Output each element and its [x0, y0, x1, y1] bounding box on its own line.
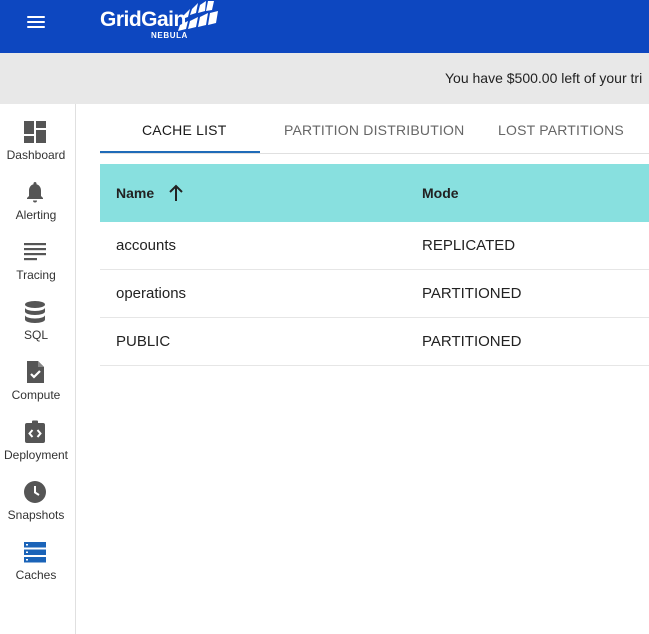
hamburger-menu-icon[interactable]	[26, 13, 48, 35]
sidebar-item-label: Compute	[11, 388, 61, 402]
tab-partition-distribution[interactable]: PARTITION DISTRIBUTION	[284, 122, 464, 138]
cell-name: PUBLIC	[116, 333, 171, 350]
trial-banner: You have $500.00 left of your tri	[0, 53, 649, 104]
table-row[interactable]: operations PARTITIONED	[100, 270, 649, 318]
sidebar-item-tracing[interactable]: Tracing	[0, 240, 72, 296]
clock-icon	[24, 481, 46, 503]
caches-icon	[24, 542, 46, 563]
cache-table: Name Mode accounts REPLICATED operations…	[100, 164, 649, 366]
side-navigation: Dashboard Alerting Tracing SQL Compute D…	[0, 104, 76, 634]
table-header: Name Mode	[100, 164, 649, 222]
sidebar-item-label: Alerting	[15, 208, 57, 222]
sort-ascending-icon[interactable]	[168, 184, 184, 202]
logo-text: GridGain	[100, 8, 186, 31]
sidebar-item-label: Caches	[15, 568, 57, 582]
sidebar-item-dashboard[interactable]: Dashboard	[0, 120, 72, 176]
sidebar-item-sql[interactable]: SQL	[0, 300, 72, 356]
gridgain-logo[interactable]: GridGain NEBULA	[100, 1, 230, 44]
sidebar-item-label: Tracing	[16, 268, 56, 282]
compute-icon	[27, 361, 44, 383]
sidebar-item-deployment[interactable]: Deployment	[0, 420, 72, 476]
sidebar-item-label: SQL	[23, 328, 48, 342]
cell-mode: PARTITIONED	[422, 285, 522, 302]
sidebar-item-label: Snapshots	[7, 508, 65, 522]
table-row[interactable]: accounts REPLICATED	[100, 222, 649, 270]
tab-cache-list[interactable]: CACHE LIST	[142, 122, 226, 138]
sidebar-item-label: Deployment	[3, 448, 69, 462]
logo-mark-icon	[178, 1, 218, 31]
sidebar-item-compute[interactable]: Compute	[0, 360, 72, 416]
cell-name: accounts	[116, 237, 177, 254]
trial-banner-text: You have $500.00 left of your tri	[445, 70, 643, 86]
cell-mode: REPLICATED	[422, 237, 516, 254]
bell-icon	[27, 182, 43, 203]
sidebar-item-alerting[interactable]: Alerting	[0, 180, 72, 236]
cache-tabs: CACHE LIST PARTITION DISTRIBUTION LOST P…	[100, 104, 649, 154]
tracing-icon	[24, 243, 46, 261]
tab-lost-partitions[interactable]: LOST PARTITIONS	[498, 122, 624, 138]
column-header-name[interactable]: Name	[116, 185, 154, 201]
dashboard-icon	[24, 121, 46, 143]
top-app-bar: GridGain NEBULA	[0, 0, 649, 53]
sidebar-item-caches[interactable]: Caches	[0, 540, 72, 596]
deployment-icon	[25, 420, 45, 443]
cell-mode: PARTITIONED	[422, 333, 522, 350]
sidebar-item-label: Dashboard	[6, 148, 66, 162]
sidebar-item-snapshots[interactable]: Snapshots	[0, 480, 72, 536]
table-row[interactable]: PUBLIC PARTITIONED	[100, 318, 649, 366]
database-icon	[25, 301, 45, 323]
cell-name: operations	[116, 285, 187, 302]
active-tab-indicator	[100, 151, 260, 153]
column-header-mode[interactable]: Mode	[422, 185, 459, 201]
